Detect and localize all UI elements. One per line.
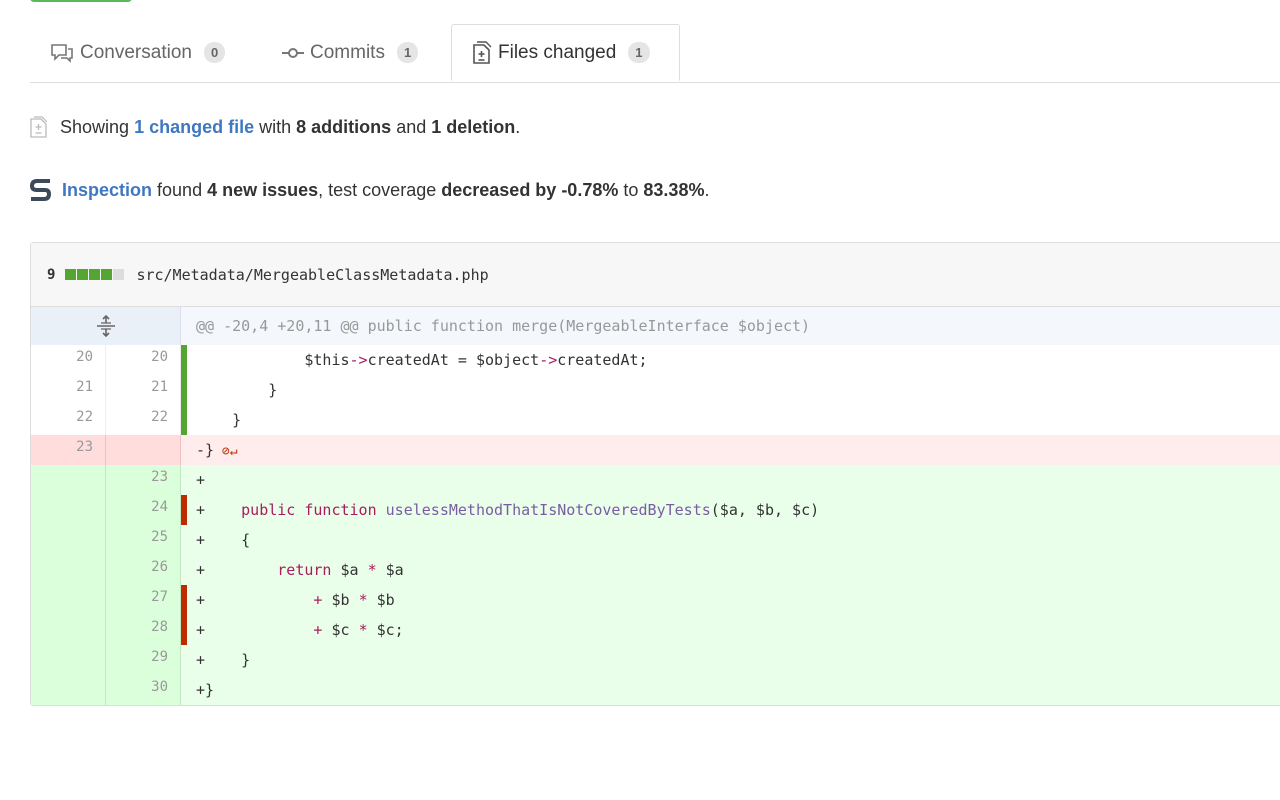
summary-text: Showing: [60, 116, 130, 137]
old-line-number[interactable]: [31, 585, 106, 615]
issues-count: 4 new issues: [207, 179, 319, 200]
tab-count: 1: [396, 42, 419, 63]
summary-text: with: [259, 116, 292, 137]
diff-line: 21 21 }: [31, 375, 1280, 405]
diff-file: 9 src/Metadata/MergeableClassMetadata.ph…: [30, 242, 1280, 706]
diff-line-added: 27 + + $b * $b: [31, 585, 1280, 615]
inspection-text: found: [157, 179, 203, 200]
code-line: + return $a * $a: [196, 561, 404, 579]
summary-text: .: [515, 116, 521, 137]
coverage-marker: [181, 375, 187, 405]
new-line-number[interactable]: 30: [106, 675, 181, 705]
new-line-number[interactable]: 20: [106, 345, 181, 375]
tab-label: Conversation: [80, 41, 192, 63]
hunk-header: @@ -20,4 +20,11 @@ public function merge…: [31, 307, 1280, 345]
tab-commits[interactable]: Commits 1: [282, 24, 419, 81]
new-line-number[interactable]: 21: [106, 375, 181, 405]
deletions-count: 1 deletion: [431, 116, 516, 137]
additions-count: 8 additions: [296, 116, 392, 137]
inspection-text: , test coverage: [318, 179, 437, 200]
diff-line-added: 25 + {: [31, 525, 1280, 555]
code-line: + + $c * $c;: [181, 615, 1280, 645]
old-line-number[interactable]: [31, 645, 106, 675]
new-line-number[interactable]: 25: [106, 525, 181, 555]
coverage-change: decreased by -0.78%: [441, 179, 619, 200]
changed-files-link[interactable]: 1 changed file: [134, 117, 254, 138]
expand-icon[interactable]: [31, 307, 181, 345]
comment-icon: [50, 43, 74, 63]
file-diff-icon: [30, 116, 48, 138]
old-line-number[interactable]: [31, 675, 106, 705]
code-line: + {: [196, 531, 251, 549]
coverage-marker: [181, 495, 187, 525]
inspection-summary: Inspection found 4 new issues , test cov…: [30, 178, 709, 202]
tab-count: 1: [628, 42, 650, 63]
commit-icon: [282, 47, 304, 59]
new-line-number[interactable]: 28: [106, 615, 181, 645]
coverage-value: 83.38%: [643, 179, 705, 200]
diff-line: 22 22 }: [31, 405, 1280, 435]
old-line-number[interactable]: 22: [31, 405, 106, 435]
code-line: +: [196, 471, 206, 489]
new-line-number[interactable]: 22: [106, 405, 181, 435]
diff-line-deleted: 23 -} ⊘↵: [31, 435, 1280, 465]
diff-line-added: 28 + + $c * $c;: [31, 615, 1280, 645]
code-line: -} ⊘↵: [196, 441, 238, 459]
tab-files-changed[interactable]: Files changed 1: [451, 24, 680, 81]
new-line-number[interactable]: 29: [106, 645, 181, 675]
diff-line-added: 26 + return $a * $a: [31, 555, 1280, 585]
new-line-number[interactable]: 26: [106, 555, 181, 585]
file-path[interactable]: src/Metadata/MergeableClassMetadata.php: [136, 266, 488, 284]
old-line-number[interactable]: [31, 555, 106, 585]
file-header: 9 src/Metadata/MergeableClassMetadata.ph…: [31, 243, 1280, 307]
inspection-link[interactable]: Inspection: [62, 180, 152, 201]
diff-summary: Showing 1 changed file with 8 additions …: [30, 116, 520, 138]
diff-line-added: 24 + public function uselessMethodThatIs…: [31, 495, 1280, 525]
code-line: + }: [196, 651, 251, 669]
new-line-number[interactable]: 24: [106, 495, 181, 525]
old-line-number[interactable]: [31, 615, 106, 645]
diff-line-added: 23 +: [31, 465, 1280, 495]
diff-line: 20 20 $this->createdAt = $object->create…: [31, 345, 1280, 375]
code-line: }: [181, 375, 1280, 405]
old-line-number[interactable]: [31, 495, 106, 525]
tab-count: 0: [203, 42, 226, 63]
old-line-number[interactable]: 21: [31, 375, 106, 405]
code-line: + public function uselessMethodThatIsNot…: [181, 495, 1280, 525]
new-line-number[interactable]: 23: [106, 465, 181, 495]
old-line-number[interactable]: 20: [31, 345, 106, 375]
scrutinizer-logo-icon: [30, 178, 52, 202]
coverage-marker: [181, 345, 187, 375]
tab-label: Commits: [310, 41, 385, 63]
diffstat-blocks: [65, 269, 125, 280]
hunk-header-text: @@ -20,4 +20,11 @@ public function merge…: [196, 317, 811, 335]
coverage-marker: [181, 405, 187, 435]
changes-count: 9: [47, 266, 56, 283]
code-line: + + $b * $b: [181, 585, 1280, 615]
code-line: $this->createdAt = $object->createdAt;: [181, 345, 1280, 375]
file-diff-icon: [472, 40, 492, 65]
new-line-number[interactable]: 27: [106, 585, 181, 615]
pr-tabs: Conversation 0 Commits 1 Files changed 1: [30, 24, 1280, 83]
code-line: +}: [196, 681, 215, 699]
tab-label: Files changed: [498, 41, 617, 63]
no-newline-icon: ⊘↵: [214, 444, 238, 459]
tab-conversation[interactable]: Conversation 0: [50, 24, 226, 81]
summary-text: and: [396, 116, 427, 137]
diff-line-added: 29 + }: [31, 645, 1280, 675]
old-line-number[interactable]: [31, 525, 106, 555]
inspection-text: .: [704, 179, 710, 200]
old-line-number[interactable]: 23: [31, 435, 106, 465]
coverage-marker: [181, 615, 187, 645]
merge-button-edge[interactable]: [30, 0, 132, 2]
new-line-number[interactable]: [106, 435, 181, 465]
old-line-number[interactable]: [31, 465, 106, 495]
code-line: }: [181, 405, 1280, 435]
coverage-marker: [181, 585, 187, 615]
inspection-text: to: [623, 179, 639, 200]
diff-line-added: 30 +}: [31, 675, 1280, 705]
